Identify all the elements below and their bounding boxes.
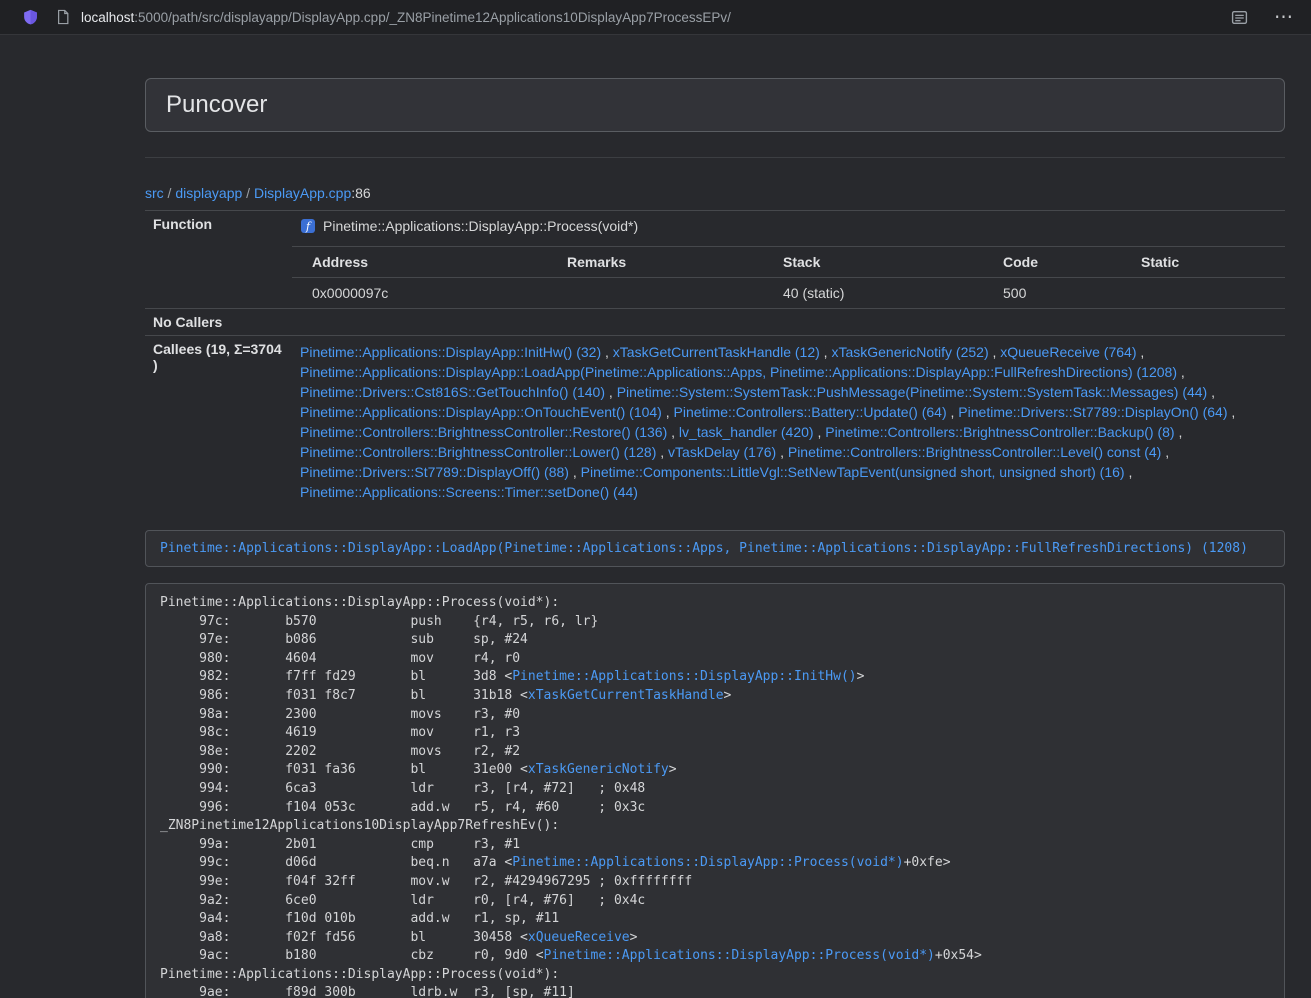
stats-value bbox=[1133, 278, 1285, 309]
disassembly-symbol-link[interactable]: xQueueReceive bbox=[528, 930, 630, 945]
function-table: Function f Pinetime::Applications::Displ… bbox=[145, 210, 1285, 508]
stats-header-row: AddressRemarksStackCodeStatic bbox=[292, 247, 1285, 278]
no-callers-label: No Callers bbox=[145, 309, 292, 336]
callee-link[interactable]: Pinetime::Controllers::BrightnessControl… bbox=[825, 424, 1174, 440]
stats-col-header: Remarks bbox=[559, 247, 775, 278]
callee-separator: , bbox=[601, 344, 613, 360]
callee-separator: , bbox=[947, 404, 959, 420]
disassembly-code: Pinetime::Applications::DisplayApp::Proc… bbox=[160, 594, 1270, 998]
disassembly-symbol-link[interactable]: xTaskGetCurrentTaskHandle bbox=[528, 688, 724, 703]
callee-separator: , bbox=[1207, 384, 1215, 400]
browser-menu-icon[interactable]: ⋯ bbox=[1274, 8, 1293, 27]
url-path: :5000/path/src/displayapp/DisplayApp.cpp… bbox=[134, 10, 731, 25]
callee-link[interactable]: xTaskGenericNotify (252) bbox=[831, 344, 988, 360]
breadcrumb-link[interactable]: displayapp bbox=[175, 185, 242, 201]
callee-link[interactable]: Pinetime::Drivers::Cst816S::GetTouchInfo… bbox=[300, 384, 605, 400]
no-callers-row: No Callers bbox=[145, 309, 1285, 336]
function-row: Function f Pinetime::Applications::Displ… bbox=[145, 211, 1285, 309]
selected-symbol-link[interactable]: Pinetime::Applications::DisplayApp::Load… bbox=[160, 541, 1248, 556]
function-name: Pinetime::Applications::DisplayApp::Proc… bbox=[323, 218, 638, 234]
stats-value-row: 0x0000097c 40 (static)500 bbox=[292, 278, 1285, 309]
callee-separator: , bbox=[656, 444, 668, 460]
callee-link[interactable]: Pinetime::Controllers::BrightnessControl… bbox=[300, 444, 656, 460]
url-host: localhost bbox=[81, 10, 134, 25]
breadcrumb-line-number: :86 bbox=[351, 185, 370, 201]
callee-separator: , bbox=[1228, 404, 1236, 420]
callee-separator: , bbox=[1177, 364, 1185, 380]
callee-link[interactable]: Pinetime::Drivers::St7789::DisplayOn() (… bbox=[958, 404, 1227, 420]
callee-link[interactable]: Pinetime::Controllers::Battery::Update()… bbox=[674, 404, 947, 420]
stats-col-header: Address bbox=[292, 247, 559, 278]
callees-list: Pinetime::Applications::DisplayApp::Init… bbox=[292, 336, 1285, 509]
reader-mode-icon[interactable] bbox=[1231, 9, 1248, 26]
function-row-label: Function bbox=[145, 211, 292, 309]
callee-link[interactable]: Pinetime::Applications::DisplayApp::OnTo… bbox=[300, 404, 662, 420]
callee-separator: , bbox=[989, 344, 1001, 360]
callee-separator: , bbox=[820, 344, 832, 360]
browser-toolbar: localhost:5000/path/src/displayapp/Displ… bbox=[0, 0, 1311, 35]
callee-separator: , bbox=[1161, 444, 1169, 460]
breadcrumb-link[interactable]: DisplayApp.cpp bbox=[254, 185, 351, 201]
stats-col-header: Static bbox=[1133, 247, 1285, 278]
stats-value bbox=[559, 278, 775, 309]
page-title: Puncover bbox=[166, 91, 1264, 119]
callee-separator: , bbox=[1175, 424, 1183, 440]
selected-symbol-panel: Pinetime::Applications::DisplayApp::Load… bbox=[145, 530, 1285, 567]
callee-separator: , bbox=[667, 424, 679, 440]
disassembly-symbol-link[interactable]: Pinetime::Applications::DisplayApp::Init… bbox=[512, 669, 856, 684]
stats-value: 500 bbox=[995, 278, 1133, 309]
disassembly-symbol-link[interactable]: Pinetime::Applications::DisplayApp::Proc… bbox=[512, 855, 903, 870]
stats-value: 40 (static) bbox=[775, 278, 995, 309]
callees-label: Callees (19, Σ=3704 ) bbox=[145, 336, 292, 509]
callee-link[interactable]: Pinetime::Applications::DisplayApp::Init… bbox=[300, 344, 601, 360]
callee-link[interactable]: Pinetime::Controllers::BrightnessControl… bbox=[300, 424, 667, 440]
callee-link[interactable]: Pinetime::Drivers::St7789::DisplayOff() … bbox=[300, 464, 569, 480]
function-stats-table: AddressRemarksStackCodeStatic 0x0000097c… bbox=[292, 246, 1285, 308]
app-header: Puncover bbox=[145, 78, 1285, 132]
callee-separator: , bbox=[569, 464, 581, 480]
disassembly-symbol-link[interactable]: xTaskGenericNotify bbox=[528, 762, 669, 777]
url-bar[interactable]: localhost:5000/path/src/displayapp/Displ… bbox=[81, 10, 1231, 25]
breadcrumb-link[interactable]: src bbox=[145, 185, 164, 201]
stats-col-header: Stack bbox=[775, 247, 995, 278]
callees-row: Callees (19, Σ=3704 ) Pinetime::Applicat… bbox=[145, 336, 1285, 509]
callee-separator: , bbox=[605, 384, 617, 400]
callee-link[interactable]: Pinetime::Applications::DisplayApp::Load… bbox=[300, 364, 1177, 380]
callee-link[interactable]: vTaskDelay (176) bbox=[668, 444, 776, 460]
breadcrumb-separator: / bbox=[242, 185, 254, 201]
callee-link[interactable]: Pinetime::Applications::Screens::Timer::… bbox=[300, 484, 638, 500]
callee-link[interactable]: xQueueReceive (764) bbox=[1000, 344, 1136, 360]
callee-link[interactable]: Pinetime::Components::LittleVgl::SetNewT… bbox=[581, 464, 1125, 480]
callee-link[interactable]: xTaskGetCurrentTaskHandle (12) bbox=[613, 344, 820, 360]
callee-separator: , bbox=[1125, 464, 1133, 480]
callee-separator: , bbox=[662, 404, 674, 420]
callee-separator: , bbox=[776, 444, 788, 460]
disassembly-panel: Pinetime::Applications::DisplayApp::Proc… bbox=[145, 583, 1285, 998]
site-info-icon[interactable] bbox=[56, 9, 70, 25]
divider bbox=[145, 157, 1285, 158]
breadcrumb: src / displayapp / DisplayApp.cpp:86 bbox=[145, 185, 1285, 201]
callee-link[interactable]: lv_task_handler (420) bbox=[679, 424, 814, 440]
stats-col-header: Code bbox=[995, 247, 1133, 278]
callee-link[interactable]: Pinetime::System::SystemTask::PushMessag… bbox=[617, 384, 1208, 400]
callee-separator: , bbox=[814, 424, 826, 440]
breadcrumb-separator: / bbox=[164, 185, 176, 201]
tracking-shield-icon[interactable] bbox=[22, 8, 39, 26]
function-icon: f bbox=[300, 218, 316, 234]
no-callers-cell bbox=[292, 309, 1285, 336]
disassembly-symbol-link[interactable]: Pinetime::Applications::DisplayApp::Proc… bbox=[544, 948, 935, 963]
callee-link[interactable]: Pinetime::Controllers::BrightnessControl… bbox=[788, 444, 1161, 460]
stats-value: 0x0000097c bbox=[292, 278, 559, 309]
page-content: Puncover src / displayapp / DisplayApp.c… bbox=[145, 78, 1285, 998]
callee-separator: , bbox=[1136, 344, 1144, 360]
